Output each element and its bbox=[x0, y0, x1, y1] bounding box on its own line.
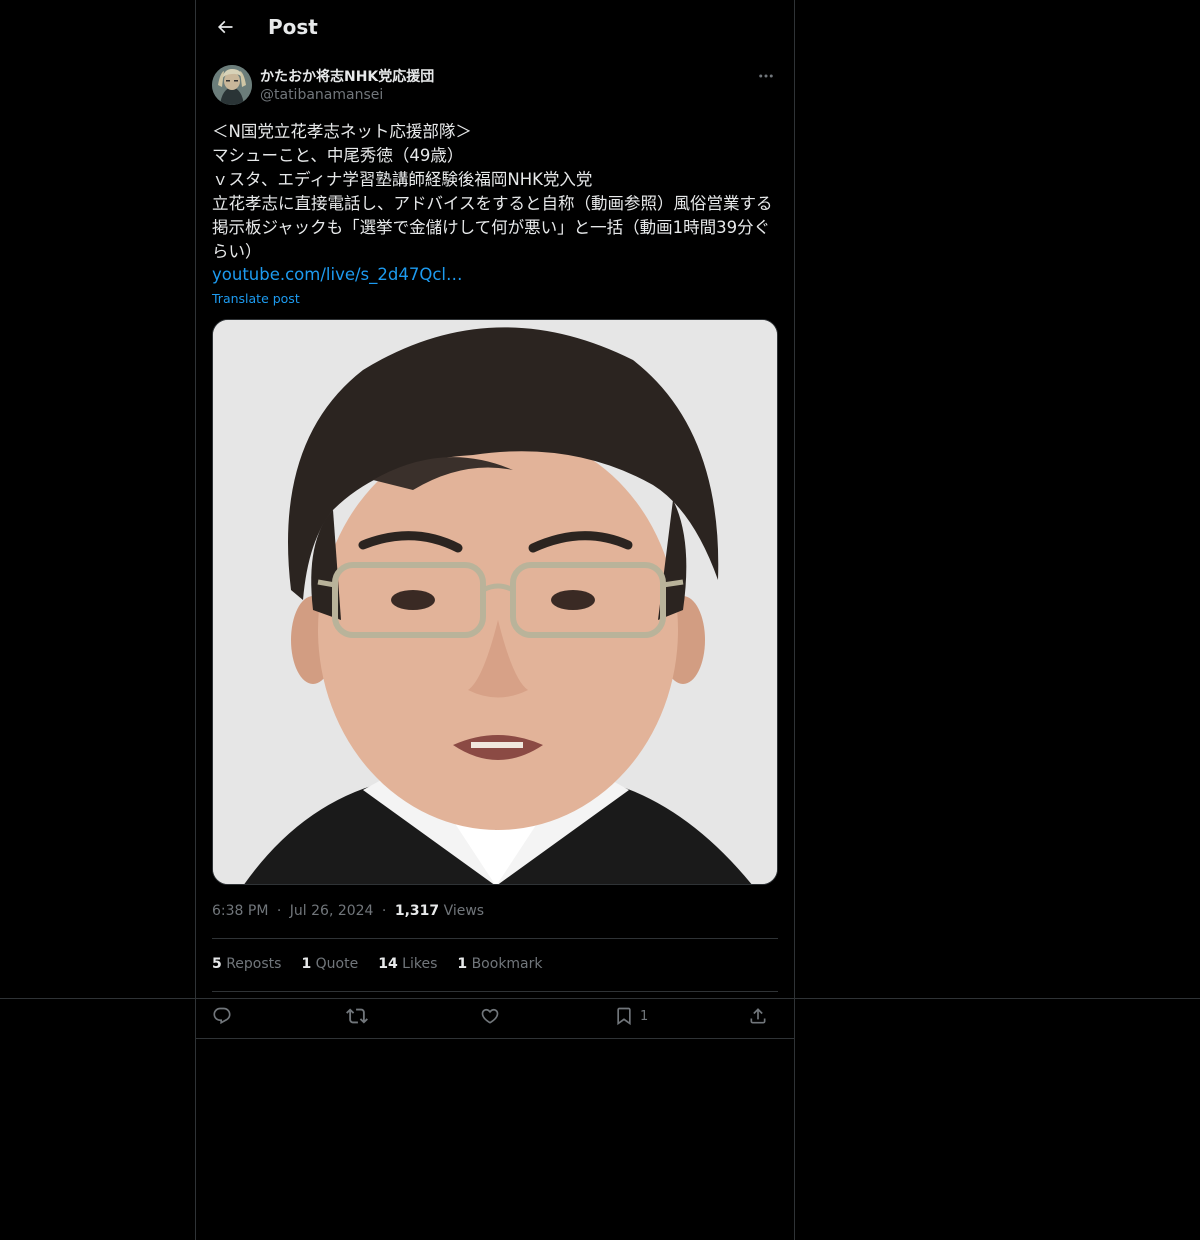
avatar[interactable] bbox=[212, 65, 252, 105]
bookmarks-stat[interactable]: 1 Bookmark bbox=[457, 956, 542, 972]
page-header: Post bbox=[196, 0, 794, 54]
post-meta: 6:38 PM · Jul 26, 2024 · 1,317 Views bbox=[212, 903, 484, 919]
back-arrow-icon bbox=[217, 20, 233, 34]
repost-icon bbox=[346, 1008, 368, 1024]
meta-separator: · bbox=[276, 903, 282, 919]
action-bar: 1 bbox=[212, 1003, 778, 1029]
post-text: ＜N国党立花孝志ネット応援部隊＞ マシューこと、中尾秀徳（49歳） ｖスタ、エデ… bbox=[212, 122, 773, 261]
views-count: 1,317 bbox=[394, 903, 440, 919]
bookmarks-label: Bookmark bbox=[471, 956, 543, 972]
share-icon bbox=[750, 1008, 766, 1024]
bookmark-count: 1 bbox=[640, 1008, 649, 1024]
translate-post-link[interactable]: Translate post bbox=[212, 291, 300, 306]
post-date[interactable]: Jul 26, 2024 bbox=[290, 903, 374, 919]
bookmark-button[interactable]: 1 bbox=[614, 1003, 648, 1029]
reposts-label: Reposts bbox=[226, 956, 282, 972]
reposts-count: 5 bbox=[212, 956, 222, 972]
views-label: Views bbox=[443, 903, 485, 919]
reply-button[interactable] bbox=[212, 1003, 232, 1029]
display-name[interactable]: かたおか将志NHK党応援団 bbox=[260, 66, 434, 86]
more-icon bbox=[759, 74, 773, 78]
quotes-stat[interactable]: 1 Quote bbox=[301, 956, 358, 972]
back-button[interactable] bbox=[212, 14, 238, 40]
post-author: かたおか将志NHK党応援団 @tatibanamansei bbox=[212, 64, 778, 108]
post-time[interactable]: 6:38 PM bbox=[212, 903, 268, 919]
reposts-stat[interactable]: 5 Reposts bbox=[212, 956, 281, 972]
likes-count: 14 bbox=[378, 956, 398, 972]
post-image[interactable] bbox=[212, 319, 778, 885]
meta-separator: · bbox=[381, 903, 387, 919]
divider bbox=[212, 938, 778, 939]
page-title: Post bbox=[268, 15, 318, 39]
like-button[interactable] bbox=[480, 1003, 500, 1029]
repost-button[interactable] bbox=[346, 1003, 368, 1029]
likes-stat[interactable]: 14 Likes bbox=[378, 956, 437, 972]
share-button[interactable] bbox=[748, 1003, 768, 1029]
more-button[interactable] bbox=[754, 66, 778, 86]
post-link[interactable]: youtube.com/live/s_2d47Qcl… bbox=[212, 263, 463, 287]
bookmark-icon bbox=[617, 1007, 631, 1026]
user-handle[interactable]: @tatibanamansei bbox=[260, 87, 383, 103]
divider bbox=[196, 1038, 794, 1039]
likes-label: Likes bbox=[402, 956, 438, 972]
divider bbox=[212, 991, 778, 992]
quotes-label: Quote bbox=[315, 956, 359, 972]
quotes-count: 1 bbox=[301, 956, 312, 972]
main-column: Post かたおか将志NHK党応援団 @tatibanamansei ＜N国党立… bbox=[195, 0, 795, 1240]
bookmarks-count: 1 bbox=[457, 956, 468, 972]
post-stats: 5 Reposts 1 Quote 14 Likes 1 Bookmark bbox=[212, 956, 543, 972]
like-icon bbox=[481, 1008, 499, 1024]
reply-icon bbox=[213, 1007, 231, 1025]
